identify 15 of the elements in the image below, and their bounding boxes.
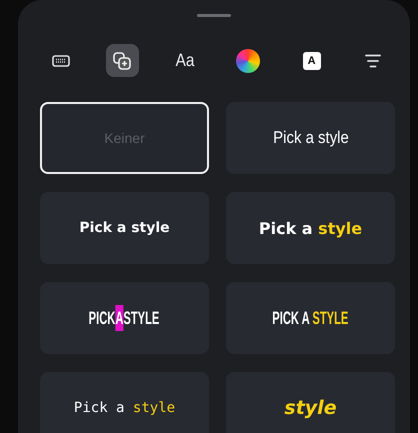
style-option[interactable]: Pick a style [226, 102, 395, 174]
style-option[interactable]: Pick a style [226, 192, 395, 264]
align-icon [365, 54, 382, 68]
background-tab[interactable]: A [295, 44, 328, 77]
style-option[interactable]: Pick a style [40, 372, 209, 433]
add-layer-icon [113, 52, 132, 70]
style-option[interactable]: PICK A STYLE [226, 282, 395, 354]
sticker-tab[interactable] [106, 44, 139, 77]
color-wheel-icon [236, 48, 260, 72]
keyboard-icon [52, 54, 70, 66]
font-tab[interactable]: Aa [168, 44, 202, 77]
drag-handle[interactable] [197, 14, 231, 17]
style-option[interactable]: style [226, 372, 395, 433]
style-option[interactable]: Pick a style [40, 192, 209, 264]
style-option[interactable]: PICKASTYLE [40, 282, 209, 354]
